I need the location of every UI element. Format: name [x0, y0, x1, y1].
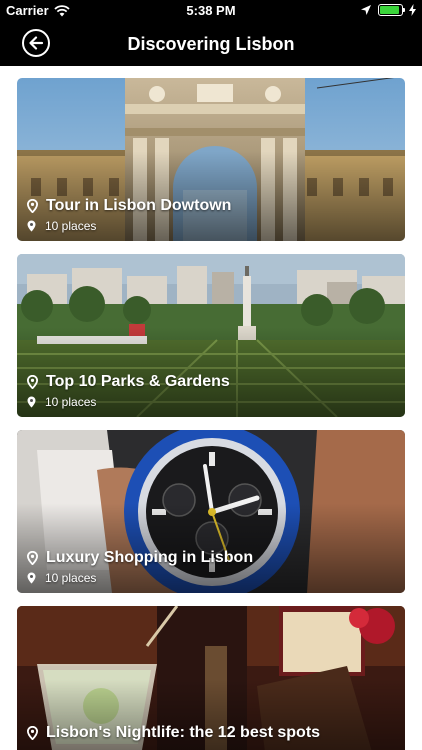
card-count: 10 places: [45, 571, 97, 585]
card-count-row: 10 places: [27, 395, 96, 409]
tour-card[interactable]: Tour in Lisbon Dowtown 10 places: [17, 78, 405, 241]
app-screen: Carrier 5:38 PM Discovering Lisbon Tour …: [0, 0, 422, 750]
card-shade: [17, 78, 405, 241]
card-shade: [17, 254, 405, 417]
tour-card[interactable]: Lisbon's Nightlife: the 12 best spots: [17, 606, 405, 750]
card-count-row: 10 places: [27, 571, 96, 585]
battery-icon: [378, 4, 405, 16]
card-title: Luxury Shopping in Lisbon: [46, 549, 254, 566]
card-title: Top 10 Parks & Gardens: [46, 373, 230, 390]
status-time: 5:38 PM: [186, 3, 236, 18]
map-pin-icon: [27, 220, 36, 232]
map-pin-icon: [27, 551, 38, 565]
battery-level: [380, 6, 399, 14]
map-pin-icon: [27, 375, 38, 389]
map-pin-icon: [27, 572, 36, 584]
nav-bar: Discovering Lisbon: [0, 22, 422, 66]
back-button[interactable]: [22, 29, 50, 57]
map-pin-icon: [27, 726, 38, 740]
tour-card[interactable]: Top 10 Parks & Gardens 10 places: [17, 254, 405, 417]
card-count: 10 places: [45, 219, 97, 233]
card-title-row: Tour in Lisbon Dowtown: [27, 197, 231, 215]
card-title-row: Lisbon's Nightlife: the 12 best spots: [27, 724, 320, 742]
back-arrow-circle-icon: [29, 36, 44, 50]
card-title: Tour in Lisbon Dowtown: [46, 197, 232, 214]
card-shade: [17, 430, 405, 593]
card-count-row: 10 places: [27, 219, 96, 233]
location-arrow-icon: [361, 5, 371, 15]
page-title: Discovering Lisbon: [127, 34, 295, 54]
charging-bolt-icon: [409, 4, 416, 16]
status-bar: Carrier 5:38 PM: [0, 0, 422, 22]
card-title-row: Top 10 Parks & Gardens: [27, 373, 230, 391]
card-title-row: Luxury Shopping in Lisbon: [27, 549, 253, 567]
status-right: [360, 4, 416, 16]
tour-card[interactable]: Luxury Shopping in Lisbon 10 places: [17, 430, 405, 593]
tour-list: Tour in Lisbon Dowtown 10 places Top 10 …: [0, 66, 422, 750]
card-title: Lisbon's Nightlife: the 12 best spots: [46, 724, 321, 741]
card-count: 10 places: [45, 395, 97, 409]
map-pin-icon: [27, 396, 36, 408]
map-pin-icon: [27, 199, 38, 213]
